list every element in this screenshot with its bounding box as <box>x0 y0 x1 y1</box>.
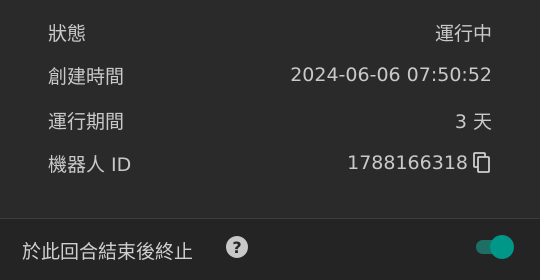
toggle-knob <box>490 235 514 259</box>
detail-row-duration: 運行期間 3 天 <box>48 105 492 135</box>
detail-label: 機器人 ID <box>48 153 132 176</box>
terminate-after-round-toggle[interactable] <box>472 234 516 260</box>
status-value: 運行中 <box>434 22 492 45</box>
detail-row-created: 創建時間 2024-06-06 07:50:52 <box>48 60 492 90</box>
detail-label: 創建時間 <box>48 65 125 88</box>
terminate-after-round-label: 於此回合結束後終止 <box>22 241 194 263</box>
detail-label: 狀態 <box>48 22 87 45</box>
copy-icon[interactable] <box>472 152 492 174</box>
duration-value: 3 天 <box>454 110 492 133</box>
detail-label: 運行期間 <box>48 110 125 133</box>
detail-row-status: 狀態 運行中 <box>48 17 492 47</box>
bot-id-value-wrap: 1788166318 <box>347 152 492 174</box>
created-time-value: 2024-06-06 07:50:52 <box>290 64 492 86</box>
terminate-after-round-row: 於此回合結束後終止 <box>0 219 540 280</box>
bot-id-value: 1788166318 <box>347 152 468 174</box>
help-icon[interactable]: ? <box>226 236 248 258</box>
bot-details-panel: 狀態 運行中 創建時間 2024-06-06 07:50:52 運行期間 3 天… <box>0 0 540 218</box>
detail-row-bot-id: 機器人 ID 1788166318 <box>48 148 492 178</box>
